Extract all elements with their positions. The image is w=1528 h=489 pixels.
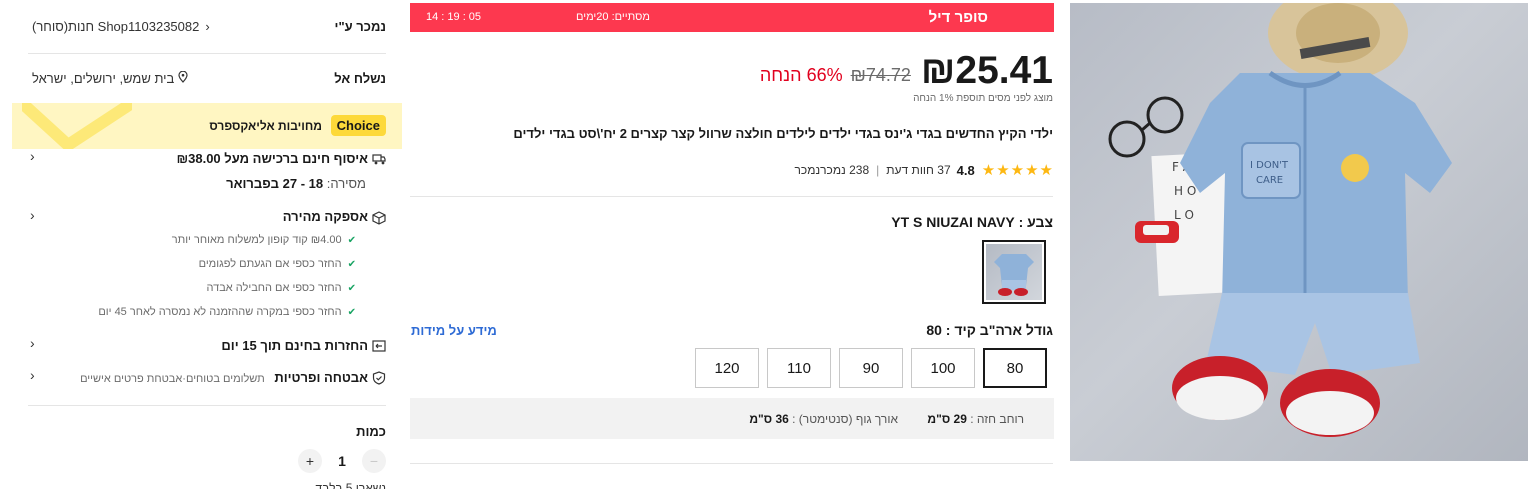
check-item: ✔ החזר כספי אם הגעתם לפגומים [199,258,356,270]
price-row: ₪25.41 ₪74.72 66% הנחה [760,47,1053,91]
check-icon: ✔ [347,283,356,294]
quantity-value[interactable]: 1 [338,453,346,469]
delivery-label: מסירה: [326,176,366,191]
chevron-left-icon: ‹ [205,19,210,34]
decrease-quantity-button[interactable]: − [361,449,386,473]
check-item-text: ₪4.00 קוד קופון למשלוח מאוחר יותר [171,234,342,246]
body-length-value: 36 ס"מ [749,412,789,426]
body-length-label: אורך גוף (סנטימטר) : [792,412,898,426]
box-icon [372,211,386,225]
truck-icon [372,152,386,166]
check-item-text: החזר כספי במקרה שההזמנה לא נמסרה לאחר 45… [98,306,342,318]
divider [410,463,1053,464]
original-price: ₪74.72 [850,65,911,85]
chevron-left-icon[interactable]: ‹ [30,367,35,383]
size-label: גודל ארה"ב קיד : 80 [926,322,1053,338]
free-returns-title: החזרות בחינם תוך 15 יום [221,338,368,353]
chest-width: רוחב חזה : 29 ס"מ [927,412,1024,426]
size-option-110[interactable]: 110 [767,348,831,388]
size-option-120[interactable]: 120 [695,348,759,388]
check-icon: ✔ [347,307,356,318]
super-deal-title: סופר דיל [928,9,988,26]
star-icon: ★ [1010,162,1025,179]
separator: | [876,163,880,177]
free-shipping-title: איסוף חינם ברכישה מעל ₪38.00 [176,151,368,166]
size-measurements: רוחב חזה : 29 ס"מ אורך גוף (סנטימטר) : 3… [410,398,1054,439]
rating-row[interactable]: ★ ★ ★ ★ ★ 4.8 37 חוות דעת | 238 נמכרנמכר [795,161,1053,179]
sold-count: 238 נמכרנמכר [794,163,870,177]
divider [410,196,1053,197]
check-item: ✔ החזר כספי אם החבילה אבדה [206,282,356,294]
seller-link[interactable]: ‹ Shop1103235082 חנות(סוחר) [32,19,210,34]
increase-quantity-button[interactable]: + [298,449,322,473]
check-item: ✔ ₪4.00 קוד קופון למשלוח מאוחר יותר [172,234,356,246]
seller-name: Shop1103235082 חנות(סוחר) [32,19,200,34]
seller-label: נמכר ע"י [334,19,386,34]
checkmark-decoration-icon [22,103,132,149]
security-title-text: אבטחה ופרטיות [274,370,368,385]
star-icon: ★ [981,162,996,179]
choice-commitment-text: מחויבות אליאקספרס [209,119,322,133]
super-deal-banner: סופר דיל מסתיים: 20ימים 14 : 19 : 05 [410,3,1054,32]
check-item-text: החזר כספי אם החבילה אבדה [206,282,342,294]
quantity-label: כמות [356,424,386,439]
choice-badge: Choice [330,115,386,136]
product-image[interactable]: F A H O L O I DON'T CARE [1070,3,1528,461]
svg-text:L O: L O [1174,208,1194,222]
star-icon: ★ [1039,162,1053,179]
chevron-left-icon[interactable]: ‹ [30,148,35,164]
ship-to-value: בית שמש, ירושלים, ישראל [32,71,175,86]
location-pin-icon [178,70,188,86]
chest-width-value: 29 ס"מ [927,412,967,426]
rating-value: 4.8 [956,162,975,178]
purchase-sidebar: נמכר ע"י ‹ Shop1103235082 חנות(סוחר) נשל… [12,0,402,489]
security-title: אבטחה ופרטיות תשלומים בטוחים·אבטחת פרטים… [80,370,368,385]
size-option-90[interactable]: 90 [839,348,903,388]
return-icon [372,339,386,353]
ship-to-label: נשלח אל [334,71,386,86]
star-icon: ★ [1025,162,1039,179]
chevron-left-icon[interactable]: ‹ [30,335,35,351]
svg-text:H O: H O [1174,184,1196,198]
check-item-text: החזר כספי אם הגעתם לפגומים [198,258,342,270]
check-item: ✔ החזר כספי במקרה שההזמנה לא נמסרה לאחר 4… [98,306,356,318]
thumbnail-photo [994,254,1034,296]
tax-note: מוצג לפני מסים תוספת 1% הנחה [913,93,1053,104]
star-icon: ★ [996,162,1010,179]
size-option-100[interactable]: 100 [911,348,975,388]
deal-ends-label: מסתיים: 20ימים [576,11,650,23]
color-option-image [986,244,1042,300]
stock-note: נשארו 5 בלבד [315,481,387,489]
discount-badge: 66% הנחה [759,65,843,85]
check-icon: ✔ [347,259,356,270]
chest-width-label: רוחב חזה : [970,412,1024,426]
size-options: 80 100 90 110 120 [693,348,1047,388]
product-photo: F A H O L O I DON'T CARE [1108,3,1452,437]
security-subtitle: תשלומים בטוחים·אבטחת פרטים אישיים [80,373,265,385]
deal-countdown-timer: 14 : 19 : 05 [426,11,482,23]
product-details: סופר דיל מסתיים: 20ימים 14 : 19 : 05 ₪25… [410,0,1055,489]
color-option-thumbnail[interactable] [982,240,1046,304]
ship-to-location[interactable]: בית שמש, ירושלים, ישראל [32,70,188,86]
delivery-value: 18 - 27 בפברואר [226,176,324,191]
divider [28,405,386,406]
delivery-date: מסירה: 18 - 27 בפברואר [226,176,366,191]
check-icon: ✔ [347,235,356,246]
svg-text:I DON'T: I DON'T [1250,160,1289,171]
shield-icon [372,371,386,385]
choice-banner: Choice מחויבות אליאקספרס [12,103,402,149]
product-title: ילדי הקיץ החדשים בגדי ג'ינס בגדי ילדים ל… [513,126,1053,141]
body-length: אורך גוף (סנטימטר) : 36 ס"מ [749,412,898,426]
quantity-stepper: + 1 − [298,449,386,473]
size-option-80[interactable]: 80 [983,348,1047,388]
reviews-link[interactable]: 37 חוות דעת [886,163,950,177]
svg-text:CARE: CARE [1256,175,1283,186]
chevron-left-icon[interactable]: ‹ [30,207,35,223]
divider [28,53,386,54]
current-price: ₪25.41 [920,49,1053,92]
fast-delivery-title: אספקה מהירה [282,209,368,224]
color-label: צבע : YT S NIUZAI NAVY [891,214,1053,230]
size-info-link[interactable]: מידע על מידות [411,323,497,338]
